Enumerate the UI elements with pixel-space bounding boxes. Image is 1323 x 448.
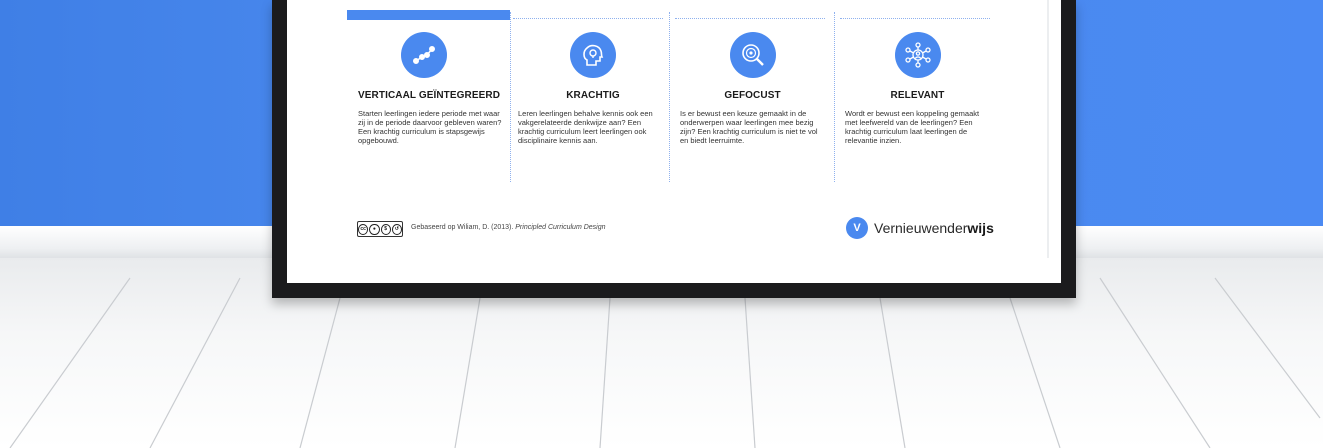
cc-icon: cc — [358, 223, 369, 235]
brand-name-regular: Vernieuwender — [874, 220, 968, 236]
head-lightbulb-icon — [570, 32, 616, 78]
pillar-text: Is er bewust een keuze gemaakt in de ond… — [680, 109, 818, 145]
pillar-text: Leren leerlingen behalve kennis ook een … — [518, 109, 653, 145]
lightbulb-logo-icon: V — [846, 217, 868, 239]
creative-commons-badge: cc ● $ ↺ — [357, 221, 403, 237]
column-divider — [669, 12, 670, 182]
pillar-relevant: RELEVANT Wordt er bewust een koppeling g… — [845, 32, 990, 145]
brand-name-bold: wijs — [967, 220, 994, 236]
by-icon: ● — [369, 223, 380, 235]
pillar-vertically-integrated: VERTICAAL GEÏNTEGREERD Starten leerlinge… — [358, 32, 518, 145]
poster-edge — [1047, 0, 1049, 258]
nc-icon: $ — [380, 223, 391, 235]
pillar-text: Starten leerlingen iedere periode met wa… — [358, 109, 502, 145]
credit-title: Principled Curriculum Design — [515, 224, 606, 231]
dotted-rule — [675, 18, 825, 19]
pillar-title: VERTICAAL GEÏNTEGREERD — [358, 90, 501, 101]
accent-bar — [347, 10, 510, 20]
pillar-title: KRACHTIG — [566, 90, 620, 101]
sa-icon: ↺ — [391, 223, 402, 235]
dotted-rule — [840, 18, 990, 19]
pillar-powerful: KRACHTIG Leren leerlingen behalve kennis… — [518, 32, 668, 145]
graph-nodes-icon — [401, 32, 447, 78]
credit-prefix: Gebaseerd op Wiliam, D. (2013). — [411, 224, 516, 231]
dotted-rule — [513, 18, 663, 19]
pillar-focused: GEFOCUST Is er bewust een keuze gemaakt … — [680, 32, 825, 145]
network-people-icon — [894, 32, 941, 78]
brand-logo: V Vernieuwenderwijs — [846, 217, 994, 239]
pillar-text: Wordt er bewust een koppeling gemaakt me… — [845, 109, 980, 145]
pillar-title: RELEVANT — [890, 90, 945, 101]
credit-line: Gebaseerd op Wiliam, D. (2013). Principl… — [411, 224, 606, 231]
magnifier-target-icon — [729, 32, 776, 78]
brand-name: Vernieuwenderwijs — [874, 220, 994, 236]
pillar-title: GEFOCUST — [724, 90, 781, 101]
column-divider — [834, 12, 835, 182]
